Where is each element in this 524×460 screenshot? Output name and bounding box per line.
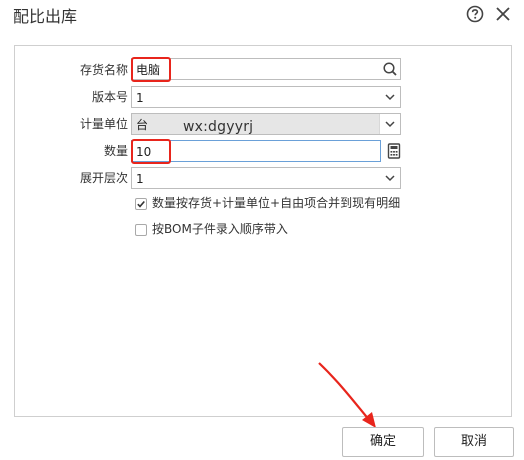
cancel-button[interactable]: 取消 [434, 427, 514, 457]
annotation-arrow [318, 362, 376, 428]
confirm-button[interactable]: 确定 [342, 427, 424, 457]
